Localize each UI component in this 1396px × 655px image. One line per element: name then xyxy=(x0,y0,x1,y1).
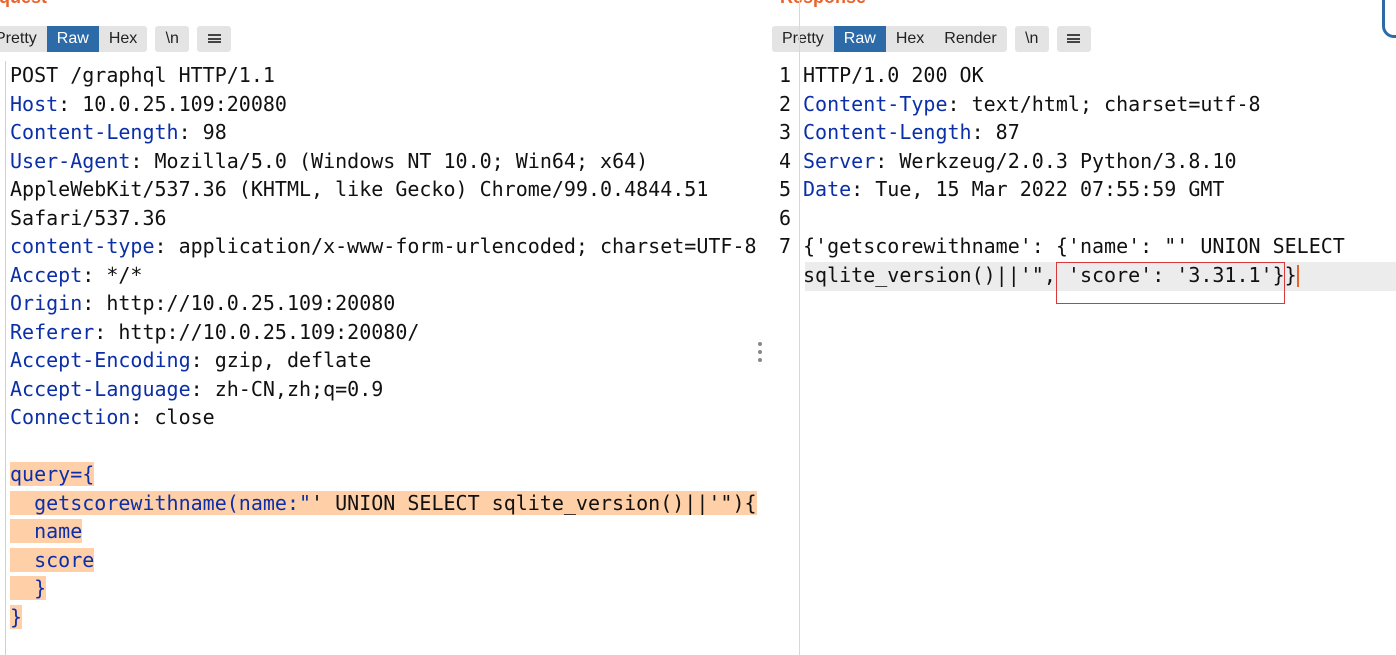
response-tab-hex[interactable]: Hex xyxy=(886,26,934,52)
request-line: Host: 10.0.25.109:20080 xyxy=(10,91,287,116)
request-toolbar: Pretty Raw Hex \n xyxy=(0,25,239,52)
request-title: Request xyxy=(0,0,47,8)
menu-icon xyxy=(207,34,221,43)
request-line: Connection: close xyxy=(10,405,215,429)
request-newline-toggle[interactable]: \n xyxy=(155,25,190,52)
response-toolbar: Pretty Raw Hex Render \n xyxy=(772,25,1099,52)
request-view-tabs: Pretty Raw Hex xyxy=(0,25,148,52)
line-number-gutter: 1 2 3 4 5 6 7 xyxy=(777,61,791,261)
line-number: 4 xyxy=(778,148,791,173)
editor-divider xyxy=(799,0,800,655)
request-line: User-Agent: Mozilla/5.0 (Windows NT 10.0… xyxy=(10,148,649,173)
request-body-line: score xyxy=(10,547,95,572)
menu-icon xyxy=(1067,34,1081,43)
response-tab-raw[interactable]: Raw xyxy=(833,25,886,52)
request-tab-pretty[interactable]: Pretty xyxy=(0,26,47,52)
response-line xyxy=(803,204,1396,233)
request-line: Accept: */* xyxy=(10,262,143,287)
request-tab-hex[interactable]: Hex xyxy=(99,26,147,52)
response-line: HTTP/1.0 200 OK xyxy=(803,63,984,87)
response-view-tabs: Pretty Raw Hex Render xyxy=(772,25,1007,52)
line-number: 6 xyxy=(778,205,791,230)
request-pane: Request Pretty Raw Hex \n POST /graphql … xyxy=(0,0,757,655)
pane-resize-handle[interactable] xyxy=(758,342,763,366)
request-line xyxy=(10,432,757,461)
response-pane: Response Pretty Raw Hex Render \n 1 2 3 … xyxy=(765,0,1396,655)
request-menu-button[interactable] xyxy=(197,25,232,52)
response-line: Content-Length: 87 xyxy=(803,120,1020,144)
response-line: Content-Type: text/html; charset=utf-8 xyxy=(803,91,1261,116)
line-number: 1 xyxy=(778,63,791,87)
request-line: Safari/537.36 xyxy=(10,205,167,230)
response-editor[interactable]: 1 2 3 4 5 6 7 HTTP/1.0 200 OK Content-Ty… xyxy=(765,61,1396,655)
request-line: Content-Length: 98 xyxy=(10,120,227,144)
response-line: Date: Tue, 15 Mar 2022 07:55:59 GMT xyxy=(803,177,1225,201)
request-body-line: getscorewithname(name:"' UNION SELECT sq… xyxy=(10,490,757,515)
request-body-line: } xyxy=(10,576,47,600)
request-editor[interactable]: POST /graphql HTTP/1.1 Host: 10.0.25.109… xyxy=(5,61,757,655)
line-number: 5 xyxy=(778,177,791,201)
line-number: 3 xyxy=(778,120,791,144)
text-caret xyxy=(1296,265,1299,287)
request-line: Referer: http://10.0.25.109:20080/ xyxy=(10,319,420,344)
request-line: Origin: http://10.0.25.109:20080 xyxy=(10,291,396,315)
request-line: POST /graphql HTTP/1.1 xyxy=(10,63,275,87)
scrollbar-handle[interactable] xyxy=(1382,0,1396,38)
annotation-box xyxy=(1056,262,1285,304)
request-body-line: name xyxy=(10,519,83,543)
request-body-line: query={ xyxy=(10,462,95,486)
response-tab-render[interactable]: Render xyxy=(934,26,1006,52)
request-line: content-type: application/x-www-form-url… xyxy=(10,234,757,258)
request-tab-raw[interactable]: Raw xyxy=(46,25,99,52)
request-line: AppleWebKit/537.36 (KHTML, like Gecko) C… xyxy=(10,177,709,201)
request-line: Accept-Encoding: gzip, deflate xyxy=(10,348,372,372)
line-number: 2 xyxy=(778,91,791,116)
response-tab-pretty[interactable]: Pretty xyxy=(772,26,834,52)
response-line: {'getscorewithname': {'name': "' UNION S… xyxy=(803,234,1345,258)
response-newline-toggle[interactable]: \n xyxy=(1014,25,1049,52)
response-title: Response xyxy=(780,0,866,8)
line-number: 7 xyxy=(778,234,791,258)
request-body-line: } xyxy=(10,604,23,629)
response-menu-button[interactable] xyxy=(1056,25,1091,52)
request-line: Accept-Language: zh-CN,zh;q=0.9 xyxy=(10,376,384,401)
response-line: Server: Werkzeug/2.0.3 Python/3.8.10 xyxy=(803,148,1237,173)
